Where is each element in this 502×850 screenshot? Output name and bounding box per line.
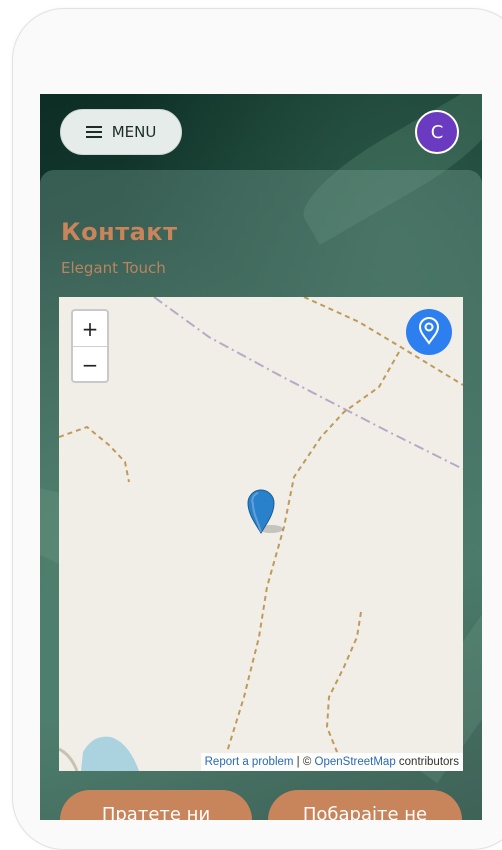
road-line xyxy=(59,747,79,771)
menu-label: MENU xyxy=(111,123,157,141)
zoom-in-button[interactable]: + xyxy=(73,311,107,347)
attribution-suffix: contributors xyxy=(395,756,459,768)
zoom-control: + − xyxy=(71,309,109,383)
map-pin-icon xyxy=(418,317,440,345)
location-map[interactable]: + − Report a problem | © OpenStreetMap c… xyxy=(59,297,463,771)
menu-button[interactable]: MENU xyxy=(60,109,182,155)
map-tiles xyxy=(59,297,463,771)
hamburger-icon xyxy=(85,126,102,138)
follow-us-label: Пратете ни xyxy=(101,804,211,820)
trail-path xyxy=(325,611,362,753)
zoom-out-button[interactable]: − xyxy=(73,347,107,382)
openstreetmap-link[interactable]: OpenStreetMap xyxy=(315,756,396,768)
water-area xyxy=(81,736,139,771)
trail-path xyxy=(226,351,400,753)
attribution-separator: | © xyxy=(293,756,315,768)
page-subtitle: Elegant Touch xyxy=(61,259,166,277)
follow-us-button[interactable]: Пратете ни xyxy=(60,790,252,820)
map-attribution: Report a problem | © OpenStreetMap contr… xyxy=(200,753,463,771)
find-us-label: Побарајте не xyxy=(302,804,428,820)
avatar-initial: C xyxy=(430,121,444,143)
trail-path xyxy=(59,425,130,483)
report-problem-link[interactable]: Report a problem xyxy=(205,756,294,768)
user-avatar[interactable]: C xyxy=(415,110,459,154)
app-screen: MENU C Контакт Elegant Touch + − Report … xyxy=(40,94,482,820)
page-title: Контакт xyxy=(61,218,178,246)
location-pin-icon[interactable] xyxy=(247,489,283,534)
locate-button[interactable] xyxy=(406,309,452,355)
find-us-button[interactable]: Побарајте не xyxy=(268,790,462,820)
